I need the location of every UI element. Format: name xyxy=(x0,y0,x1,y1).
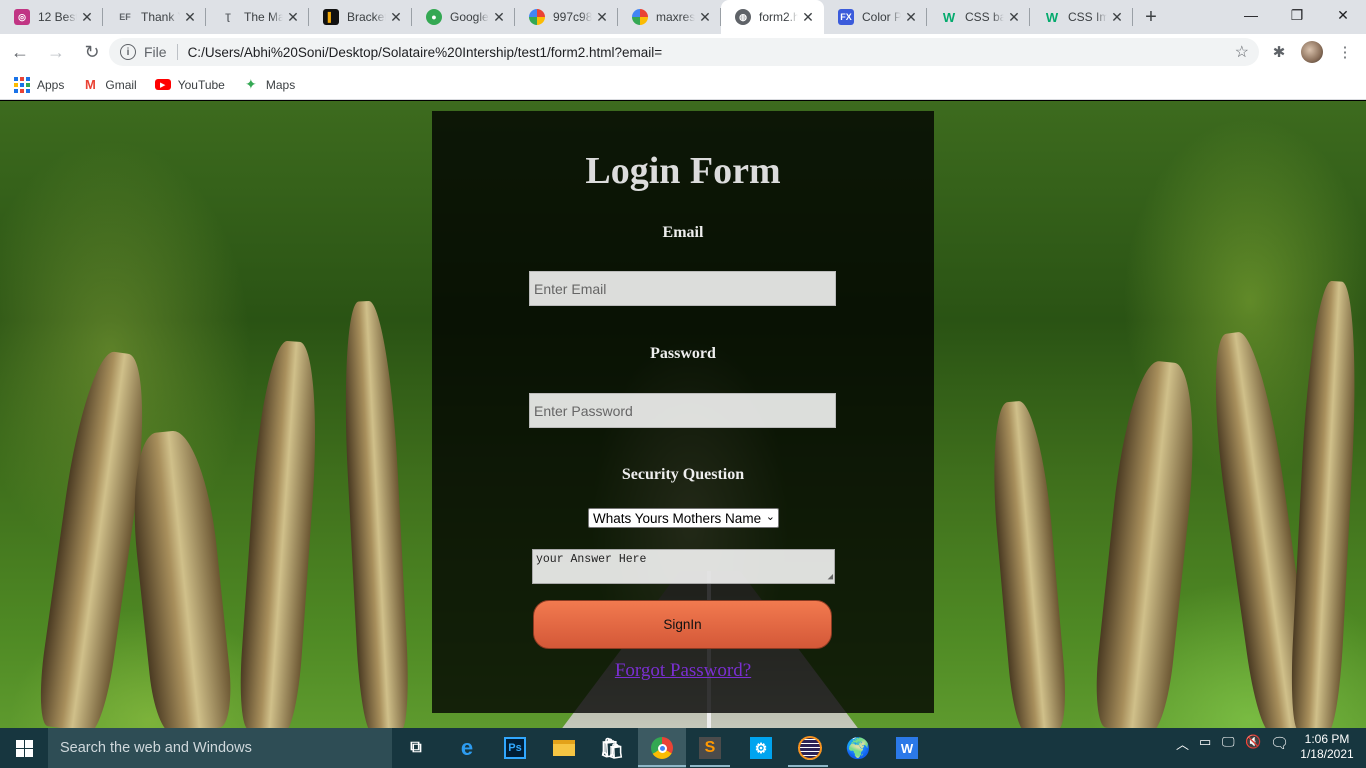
tab-997c98[interactable]: 997c98 ✕ xyxy=(515,0,618,34)
answer-textarea[interactable]: your Answer Here ◢ xyxy=(532,549,835,584)
tab-css-ba[interactable]: W CSS ba ✕ xyxy=(927,0,1030,34)
taskbar-search[interactable]: Search the web and Windows xyxy=(48,728,392,768)
network-icon[interactable]: 🖵 xyxy=(1222,734,1235,750)
tab-form2-active[interactable]: ◍ form2.h ✕ xyxy=(721,0,824,34)
resize-handle-icon[interactable]: ◢ xyxy=(828,572,833,582)
forward-icon[interactable]: → xyxy=(40,36,72,68)
window-controls: — ❐ ✕ xyxy=(1228,0,1366,30)
close-tab-icon[interactable]: ✕ xyxy=(903,9,919,25)
info-icon[interactable]: i xyxy=(120,44,136,60)
battery-icon[interactable]: ▭ xyxy=(1199,734,1211,750)
bookmarks-bar: Apps M Gmail ▶ YouTube ✦ Maps xyxy=(0,70,1366,100)
password-label: Password xyxy=(650,345,716,362)
google-photos-icon xyxy=(529,9,545,25)
minimize-icon[interactable]: — xyxy=(1228,0,1274,30)
reload-icon[interactable]: ↻ xyxy=(76,36,108,68)
google-chat-icon: ● xyxy=(426,9,442,25)
close-tab-icon[interactable]: ✕ xyxy=(1109,9,1125,25)
instagram-icon: ◎ xyxy=(14,9,30,25)
extensions-icon[interactable]: ✱ xyxy=(1267,40,1291,64)
file-explorer-icon[interactable] xyxy=(548,732,580,764)
email-label: Email xyxy=(662,224,704,241)
browser-toolbar: ← → ↻ i File C:/Users/Abhi%20Soni/Deskto… xyxy=(0,34,1366,70)
tab-the-ma[interactable]: Ʈ The Ma ✕ xyxy=(206,0,309,34)
edge-icon[interactable]: e xyxy=(451,732,483,764)
close-tab-icon[interactable]: ✕ xyxy=(79,9,95,25)
close-tab-icon[interactable]: ✕ xyxy=(388,9,404,25)
password-field[interactable]: Enter Password xyxy=(529,393,836,428)
settings-gear-icon[interactable]: ⚙ xyxy=(745,732,777,764)
tab-maxres[interactable]: maxres ✕ xyxy=(618,0,721,34)
fx-icon: FX xyxy=(838,9,854,25)
notifications-icon[interactable]: 🗨 xyxy=(1270,734,1289,752)
w3schools-icon: W xyxy=(1045,9,1059,25)
new-tab-button[interactable]: + xyxy=(1133,0,1169,34)
wps-writer-icon[interactable]: W xyxy=(891,732,923,764)
restore-icon[interactable]: ❐ xyxy=(1274,0,1320,30)
task-view-icon[interactable]: ⧉ xyxy=(400,732,432,764)
bookmark-maps[interactable]: ✦ Maps xyxy=(243,76,295,93)
login-form-panel: Login Form Email Enter Email Password En… xyxy=(432,111,934,713)
close-tab-icon[interactable]: ✕ xyxy=(1006,9,1022,25)
tab-css-im[interactable]: W CSS Im ✕ xyxy=(1030,0,1133,34)
windows-logo-icon xyxy=(15,739,33,757)
eclipse-icon[interactable] xyxy=(794,732,826,764)
youtube-icon: ▶ xyxy=(154,77,171,93)
close-tab-icon[interactable]: ✕ xyxy=(697,9,713,25)
close-tab-icon[interactable]: ✕ xyxy=(800,9,816,25)
address-bar[interactable]: i File C:/Users/Abhi%20Soni/Desktop/Sola… xyxy=(109,38,1259,66)
address-url[interactable]: C:/Users/Abhi%20Soni/Desktop/Solataire%2… xyxy=(188,45,663,60)
google-photos-icon xyxy=(632,9,648,25)
brackets-icon: ▌ xyxy=(323,9,339,25)
sublime-text-icon[interactable]: S xyxy=(694,732,726,764)
ef-icon: EF xyxy=(119,12,131,22)
chevron-down-icon: ⌄ xyxy=(765,511,775,523)
globe-app-icon[interactable]: 🌍 xyxy=(842,732,874,764)
back-icon[interactable]: ← xyxy=(4,36,36,68)
apps-grid-icon xyxy=(14,76,30,93)
tab-color-picker[interactable]: FX Color P ✕ xyxy=(824,0,927,34)
menu-kebab-icon[interactable]: ⋮ xyxy=(1333,40,1357,64)
form-title: Login Form xyxy=(585,150,781,192)
email-field[interactable]: Enter Email xyxy=(529,271,836,306)
close-window-icon[interactable]: ✕ xyxy=(1320,0,1366,30)
address-scheme: File xyxy=(144,44,167,60)
tab-strip: ◎12 Best✕ EFThank Y✕ ƮThe Ma✕ ▌Bracket✕ … xyxy=(0,0,1366,34)
avatar[interactable] xyxy=(1301,41,1323,63)
store-icon[interactable]: 🛍 xyxy=(596,732,628,764)
photoshop-icon[interactable]: Ps xyxy=(499,732,531,764)
security-question-label: Security Question xyxy=(621,466,745,483)
tab-google[interactable]: ● Google ✕ xyxy=(412,0,515,34)
start-button[interactable] xyxy=(0,728,48,768)
tk-icon: Ʈ xyxy=(225,12,231,22)
tab-12-best[interactable]: ◎ 12 Best ✕ xyxy=(0,0,103,34)
w3schools-icon: W xyxy=(942,9,956,25)
close-tab-icon[interactable]: ✕ xyxy=(594,9,610,25)
security-question-select[interactable]: Whats Yours Mothers Name ⌄ xyxy=(588,508,779,528)
volume-muted-icon[interactable]: 🔇 xyxy=(1245,734,1261,750)
page-viewport: Login Form Email Enter Email Password En… xyxy=(0,101,1366,728)
bookmark-youtube[interactable]: ▶ YouTube xyxy=(154,77,225,93)
signin-button[interactable]: SignIn xyxy=(533,600,832,649)
close-tab-icon[interactable]: ✕ xyxy=(285,9,301,25)
google-maps-icon: ✦ xyxy=(244,76,257,92)
tab-thank-you[interactable]: EFThank Y✕ xyxy=(103,0,206,34)
chevron-up-icon[interactable]: ︿ xyxy=(1176,734,1189,753)
forgot-password-link[interactable]: Forgot Password? xyxy=(432,660,934,682)
taskbar-clock[interactable]: 1:06 PM 1/18/2021 xyxy=(1296,732,1358,762)
close-tab-icon[interactable]: ✕ xyxy=(491,9,507,25)
bookmark-star-icon[interactable]: ☆ xyxy=(1235,42,1249,62)
bookmark-gmail[interactable]: M Gmail xyxy=(82,77,137,93)
tab-brackets[interactable]: ▌ Bracket ✕ xyxy=(309,0,412,34)
bookmark-apps[interactable]: Apps xyxy=(14,76,64,93)
chrome-icon[interactable] xyxy=(638,728,686,768)
close-tab-icon[interactable]: ✕ xyxy=(182,9,198,25)
globe-icon: ◍ xyxy=(735,9,751,25)
gmail-icon: M xyxy=(84,77,96,92)
